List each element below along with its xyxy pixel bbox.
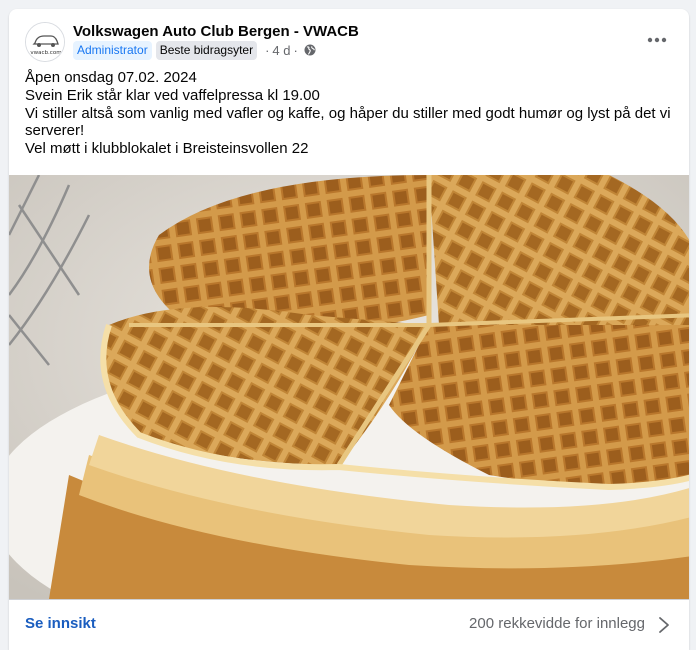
post-header: vwacb.com Volkswagen Auto Club Bergen - … [9,9,689,69]
post-text-line-3: Vi stiller altså som vanlig med vafler o… [25,104,671,140]
more-options-button[interactable] [639,29,675,51]
admin-badge: Administrator [73,40,152,60]
post-meta: Administrator Beste bidragsyter · 4 d · [73,40,316,60]
post-text-line-2: Svein Erik står klar ved vaffelpressa kl… [25,86,320,104]
globe-icon[interactable] [304,44,316,56]
more-horizontal-icon [647,37,667,43]
see-insights-link[interactable]: Se innsikt [25,615,96,632]
post-image[interactable] [9,175,689,599]
post-body: Åpen onsdag 07.02. 2024 Svein Erik står … [25,69,675,158]
group-name[interactable]: Volkswagen Auto Club Bergen - VWACB [73,23,359,40]
post-footer: Se innsikt 200 rekkevidde for innlegg [9,599,689,650]
post-text-line-1: Åpen onsdag 07.02. 2024 [25,69,197,86]
chevron-right-icon[interactable] [657,615,671,635]
vw-logo-icon: vwacb.com [26,23,64,61]
post-timestamp[interactable]: 4 d [272,43,290,58]
post-text-line-4: Vel møtt i klubblokalet i Breisteinsvoll… [25,140,309,158]
meta-separator-2: · [293,42,298,58]
post-card: vwacb.com Volkswagen Auto Club Bergen - … [9,9,689,650]
group-avatar[interactable]: vwacb.com [25,22,65,62]
top-contributor-badge: Beste bidragsyter [155,40,258,60]
meta-separator: · [265,42,270,58]
avatar-text: vwacb.com [30,50,61,56]
waffle-photo [9,175,689,599]
post-reach-link[interactable]: 200 rekkevidde for innlegg [469,615,645,632]
